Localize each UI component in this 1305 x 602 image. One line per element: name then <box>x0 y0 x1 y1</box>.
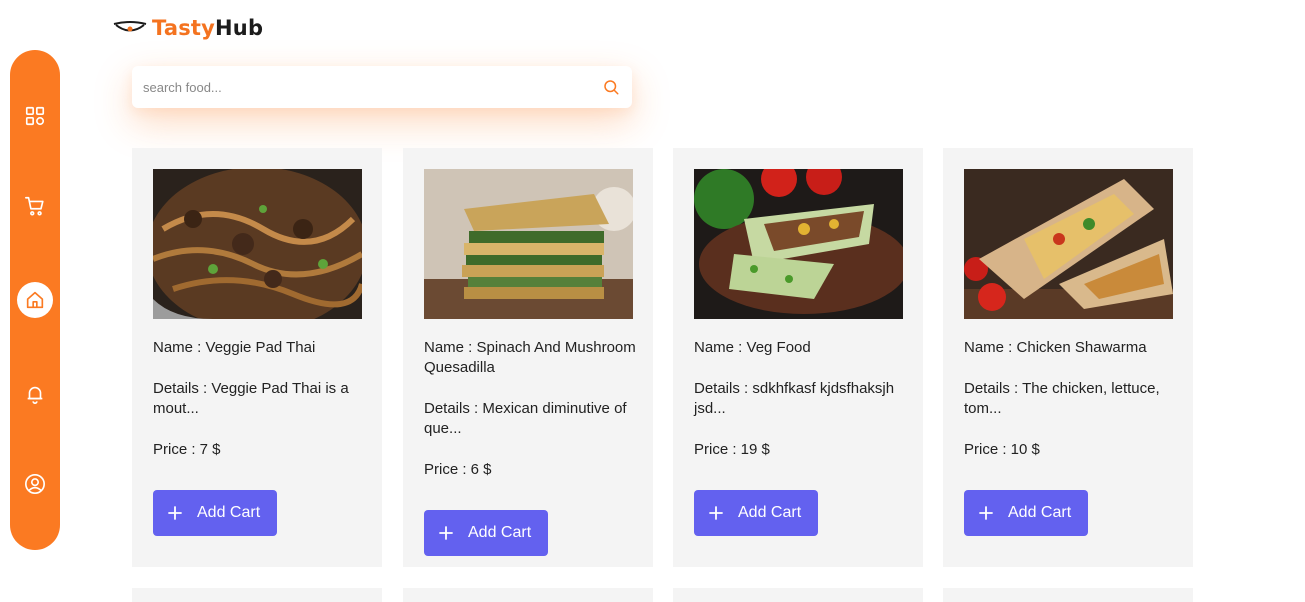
product-description: Details : Mexican diminutive of que... <box>424 400 627 437</box>
sidebar-item-notifications[interactable] <box>17 376 53 412</box>
product-image <box>694 169 903 319</box>
product-name: Name : Spinach And Mushroom Quesadilla <box>424 339 636 376</box>
cart-icon <box>25 196 44 216</box>
home-icon <box>26 291 44 309</box>
user-profile-icon <box>25 474 45 494</box>
product-details: Name : Veg Food Details : sdkhfkasf kjds… <box>694 338 909 536</box>
add-cart-button[interactable]: Add Cart <box>694 490 819 536</box>
dashboard-grid-icon <box>25 106 45 126</box>
sidebar-nav <box>10 50 60 550</box>
product-card <box>403 588 653 602</box>
add-cart-button[interactable]: Add Cart <box>964 490 1089 536</box>
product-card <box>132 588 382 602</box>
product-image <box>424 169 633 319</box>
plus-icon <box>979 506 993 520</box>
product-name: Name : Chicken Shawarma <box>964 339 1147 356</box>
product-image <box>153 169 362 319</box>
add-cart-label: Add Cart <box>1008 504 1072 521</box>
app-name: TastyHub <box>152 16 264 40</box>
plus-icon <box>709 506 723 520</box>
add-cart-label: Add Cart <box>738 504 802 521</box>
product-description: Details : sdkhfkasf kjdsfhaksjh jsd... <box>694 380 895 417</box>
product-description: Details : Veggie Pad Thai is a mout... <box>153 380 349 417</box>
add-cart-label: Add Cart <box>468 524 532 541</box>
search-input[interactable] <box>132 66 602 108</box>
sidebar-item-dashboard[interactable] <box>17 98 53 134</box>
add-cart-button[interactable]: Add Cart <box>153 490 278 536</box>
product-image <box>964 169 1173 319</box>
product-card: Name : Spinach And Mushroom Quesadilla D… <box>403 148 653 567</box>
product-price: Price : 19 $ <box>694 441 770 458</box>
sidebar-item-profile[interactable] <box>17 466 53 502</box>
logo-dish-icon <box>113 21 147 32</box>
product-price: Price : 10 $ <box>964 441 1040 458</box>
product-card <box>943 588 1193 602</box>
product-card <box>673 588 923 602</box>
product-card: Name : Veg Food Details : sdkhfkasf kjds… <box>673 148 923 567</box>
product-details: Name : Veggie Pad Thai Details : Veggie … <box>153 338 368 536</box>
product-price: Price : 7 $ <box>153 441 221 458</box>
product-name: Name : Veg Food <box>694 339 811 356</box>
product-card: Name : Chicken Shawarma Details : The ch… <box>943 148 1193 567</box>
sidebar-item-home[interactable] <box>17 282 53 318</box>
product-details: Name : Spinach And Mushroom Quesadilla D… <box>424 338 639 556</box>
search-icon[interactable] <box>602 78 620 96</box>
search-bar <box>132 66 632 108</box>
sidebar-item-cart[interactable] <box>17 188 53 224</box>
product-name: Name : Veggie Pad Thai <box>153 339 316 356</box>
product-description: Details : The chicken, lettuce, tom... <box>964 380 1160 417</box>
product-details: Name : Chicken Shawarma Details : The ch… <box>964 338 1179 536</box>
product-price: Price : 6 $ <box>424 461 492 478</box>
app-logo[interactable]: TastyHub <box>112 14 263 42</box>
product-card: Name : Veggie Pad Thai Details : Veggie … <box>132 148 382 567</box>
bell-icon <box>27 386 43 404</box>
add-cart-label: Add Cart <box>197 504 261 521</box>
plus-icon <box>168 506 182 520</box>
add-cart-button[interactable]: Add Cart <box>424 510 549 556</box>
plus-icon <box>439 526 453 540</box>
